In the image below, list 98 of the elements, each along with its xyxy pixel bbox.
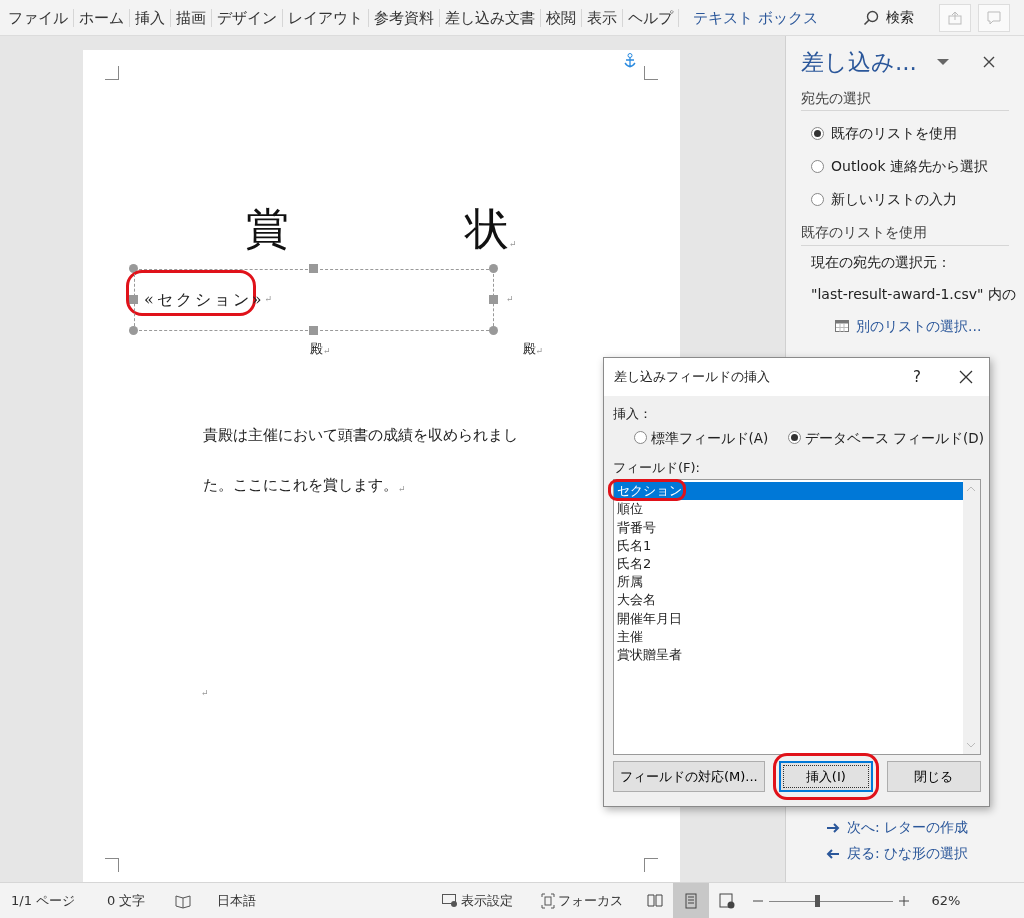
option-label[interactable]: 標準フィールド(A) <box>650 427 769 448</box>
section-heading: 宛先の選択 <box>801 88 1009 112</box>
list-item[interactable]: 賞状贈呈者 <box>614 646 963 665</box>
zoom-percent[interactable]: 62% <box>931 890 961 911</box>
resize-handle[interactable] <box>129 295 138 304</box>
option-label[interactable]: データベース フィールド(D) <box>804 427 984 448</box>
slider-thumb[interactable] <box>814 894 820 907</box>
display-settings-icon[interactable] <box>442 893 459 908</box>
list-item[interactable]: 順位 <box>614 500 963 519</box>
anchor-icon[interactable] <box>624 53 636 69</box>
option-label[interactable]: 新しいリストの入力 <box>831 189 957 211</box>
info-text: "last-result-award-1.csv" 内の <box>811 284 1017 304</box>
dialog-title: 差し込みフィールドの挿入 <box>614 368 770 387</box>
nav-link[interactable]: 次へ: レターの作成 <box>847 817 969 838</box>
ribbon-tab[interactable]: 差し込み文書 <box>440 8 541 27</box>
web-layout-icon <box>719 892 736 909</box>
title-character: 賞 <box>245 207 289 251</box>
resize-handle[interactable] <box>309 326 318 335</box>
dialog-button[interactable]: フィールドの対応(M)... <box>613 761 765 793</box>
search-icon[interactable] <box>862 9 879 26</box>
resize-handle[interactable] <box>489 295 498 304</box>
title-character: 状 <box>465 207 509 251</box>
section-heading: 既存のリストを使用 <box>801 222 1009 246</box>
focus-icon[interactable] <box>541 892 556 909</box>
close-icon[interactable] <box>982 56 995 68</box>
focus-label[interactable]: フォーカス <box>558 890 624 911</box>
list-item[interactable]: 開催年月日 <box>614 609 963 628</box>
word-count[interactable]: 0 文字 <box>107 890 146 911</box>
dialog-button[interactable]: 挿入(I) <box>778 761 873 793</box>
option-label[interactable]: 既存のリストを使用 <box>831 123 957 145</box>
ribbon-tab[interactable]: テキスト ボックス <box>679 8 823 27</box>
radio-button[interactable] <box>788 431 802 445</box>
ribbon-tab[interactable]: ホーム <box>74 8 130 27</box>
print-layout-icon <box>683 892 700 909</box>
radio-button[interactable] <box>811 160 824 174</box>
ribbon-tab[interactable]: 校閲 <box>541 8 582 27</box>
ribbon-tab[interactable]: 描画 <box>171 8 212 27</box>
read-mode-icon <box>647 892 664 909</box>
ribbon-tab[interactable]: 挿入 <box>130 8 171 27</box>
radio-button[interactable] <box>811 193 824 207</box>
crop-mark <box>644 66 658 80</box>
list-item[interactable]: 主催 <box>614 627 963 647</box>
paragraph-mark: ↵ <box>398 483 406 496</box>
resize-handle[interactable] <box>129 326 138 335</box>
radio-button[interactable] <box>811 127 824 141</box>
pane-title: 差し込み... <box>801 47 917 77</box>
field-list[interactable]: セクション 順位 背番号 氏名1 氏名2 所属 大会名 開催年月日 主催 賞状贈呈者 <box>613 479 981 756</box>
paragraph-mark: ↵ <box>201 686 209 700</box>
crop-mark <box>105 66 119 80</box>
zoom-slider[interactable] <box>769 894 894 907</box>
close-icon[interactable] <box>959 370 973 384</box>
resize-handle[interactable] <box>489 264 498 273</box>
list-item[interactable]: セクション <box>614 482 963 501</box>
list-item[interactable]: 大会名 <box>614 591 963 610</box>
list-item[interactable]: 所属 <box>614 573 963 592</box>
info-text: 現在の宛先の選択元： <box>811 252 952 272</box>
fields-label: フィールド(F): <box>613 458 700 477</box>
dropdown-icon[interactable] <box>936 58 949 66</box>
dialog-button[interactable]: 閉じる <box>886 761 981 793</box>
page-count[interactable]: 1/1 ページ <box>11 890 76 911</box>
radio-button[interactable] <box>634 431 647 445</box>
resize-handle[interactable] <box>489 326 498 335</box>
list-link[interactable]: 別のリストの選択... <box>856 315 982 337</box>
right-arrow-icon[interactable] <box>826 821 840 834</box>
resize-handle[interactable] <box>129 264 138 273</box>
paragraph-mark: ↵ <box>323 345 331 358</box>
ribbon-tab[interactable]: ヘルプ <box>623 8 679 27</box>
search-label[interactable]: 検索 <box>885 7 914 28</box>
resize-handle[interactable] <box>309 264 318 273</box>
honorific-text: 殿 <box>310 340 323 358</box>
ribbon-tab[interactable]: ファイル <box>3 8 74 27</box>
ribbon-tab[interactable]: 参考資料 <box>369 8 440 27</box>
paragraph-mark: ↵ <box>506 293 514 307</box>
paragraph-mark: ↵ <box>535 345 544 358</box>
share-icon[interactable] <box>948 10 962 25</box>
proofing-icon[interactable] <box>175 892 192 909</box>
paragraph-mark: ↵ <box>264 293 273 307</box>
crop-mark <box>105 858 119 872</box>
insert-label: 挿入： <box>613 405 652 423</box>
zoom-in-icon[interactable] <box>899 895 910 906</box>
ribbon-tab[interactable]: レイアウト <box>283 8 369 27</box>
paragraph-mark: ↵ <box>509 237 517 251</box>
list-item[interactable]: 背番号 <box>614 518 963 537</box>
option-label[interactable]: Outlook 連絡先から選択 <box>831 156 988 178</box>
body-text: た。ここにこれを賞します。 <box>203 475 398 495</box>
honorific-text: 殿 <box>522 340 536 358</box>
nav-link[interactable]: 戻る: ひな形の選択 <box>847 843 969 864</box>
crop-mark <box>644 858 658 872</box>
help-button[interactable]: ? <box>913 365 921 389</box>
left-arrow-icon[interactable] <box>826 847 840 860</box>
list-item[interactable]: 氏名1 <box>614 536 963 556</box>
table-icon[interactable] <box>835 320 849 332</box>
ribbon-tab[interactable]: デザイン <box>212 8 283 27</box>
ribbon-tab[interactable]: 表示 <box>582 8 623 27</box>
body-text: 貴殿は主催において頭書の成績を収められまし <box>203 425 518 445</box>
display-settings-label[interactable]: 表示設定 <box>461 890 514 911</box>
list-item[interactable]: 氏名2 <box>614 555 963 574</box>
language-label[interactable]: 日本語 <box>217 890 257 911</box>
